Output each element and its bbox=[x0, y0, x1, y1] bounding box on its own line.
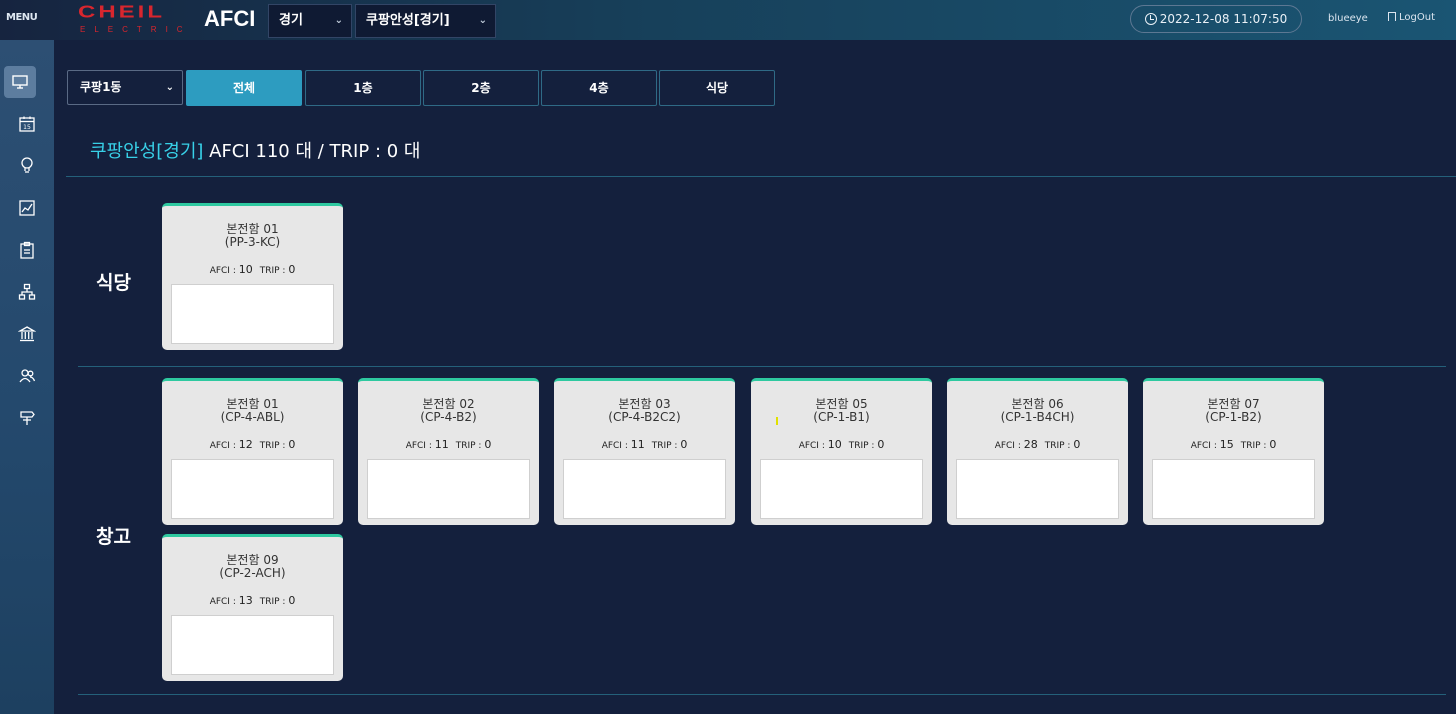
lightbulb-icon bbox=[21, 157, 33, 173]
calendar-icon: 15 bbox=[19, 116, 35, 132]
sidebar-item-monitor[interactable] bbox=[4, 66, 36, 98]
sidebar-item-signpost[interactable] bbox=[0, 402, 54, 434]
logo-sub-text: ELECTRIC bbox=[80, 25, 192, 34]
user-name: blueeye bbox=[1328, 13, 1368, 24]
logout-label: LogOut bbox=[1399, 12, 1435, 23]
panel-card[interactable]: 본전함 07 (CP-1-B2) AFCI : 15 TRIP : 0 bbox=[1143, 378, 1324, 525]
panel-card[interactable]: 본전함 09 (CP-2-ACH) AFCI : 13 TRIP : 0 bbox=[162, 534, 343, 681]
chevron-down-icon: ⌄ bbox=[165, 82, 174, 93]
clipboard-icon bbox=[20, 241, 34, 259]
panel-stats: AFCI : 15 TRIP : 0 bbox=[1190, 438, 1277, 451]
logout-icon bbox=[1388, 12, 1396, 21]
panel-status-box bbox=[563, 459, 726, 519]
panel-code: (CP-1-B2) bbox=[1205, 410, 1262, 424]
panel-code: (CP-4-B2C2) bbox=[608, 410, 681, 424]
cheil-electric-logo: CHEIL ELECTRIC bbox=[78, 4, 186, 34]
network-icon bbox=[18, 283, 36, 300]
clock-icon bbox=[1144, 13, 1157, 25]
region-select[interactable]: 경기 ⌄ bbox=[268, 4, 352, 38]
menu-toggle[interactable]: MENU bbox=[6, 12, 38, 23]
panel-status-box bbox=[171, 615, 334, 675]
section-label-cafeteria: 식당 bbox=[96, 272, 131, 294]
logout-button[interactable]: LogOut bbox=[1388, 12, 1435, 23]
sidebar-item-lightbulb[interactable] bbox=[0, 149, 54, 181]
chevron-down-icon: ⌄ bbox=[478, 15, 487, 26]
panel-code: (CP-4-ABL) bbox=[220, 410, 285, 424]
datetime-display: 2022-12-08 11:07:50 bbox=[1130, 5, 1302, 33]
top-bar: MENU CHEIL ELECTRIC AFCI 경기 ⌄ 쿠팡안성[경기] ⌄… bbox=[0, 0, 1456, 40]
panel-status-box bbox=[1152, 459, 1315, 519]
site-select-value: 쿠팡안성[경기] bbox=[366, 13, 450, 28]
site-select[interactable]: 쿠팡안성[경기] ⌄ bbox=[355, 4, 496, 38]
panel-status-box bbox=[367, 459, 530, 519]
panel-status-box bbox=[171, 284, 334, 344]
sidebar: 15 bbox=[0, 40, 54, 714]
tab-cafeteria[interactable]: 식당 bbox=[659, 70, 775, 106]
divider bbox=[66, 176, 1456, 177]
panel-stats: AFCI : 10 TRIP : 0 bbox=[209, 263, 296, 276]
panel-status-box bbox=[760, 459, 923, 519]
panel-code: (PP-3-KC) bbox=[224, 235, 281, 249]
panel-card[interactable]: 본전함 03 (CP-4-B2C2) AFCI : 11 TRIP : 0 bbox=[554, 378, 735, 525]
panel-card[interactable]: 본전함 02 (CP-4-B2) AFCI : 11 TRIP : 0 bbox=[358, 378, 539, 525]
chart-icon bbox=[19, 200, 35, 216]
panel-stats: AFCI : 12 TRIP : 0 bbox=[209, 438, 296, 451]
bank-icon bbox=[18, 326, 36, 342]
summary-site: 쿠팡안성[경기] bbox=[90, 141, 204, 162]
building-select[interactable]: 쿠팡1동 ⌄ bbox=[67, 70, 183, 105]
panel-code: (CP-4-B2) bbox=[420, 410, 477, 424]
panel-stats: AFCI : 10 TRIP : 0 bbox=[798, 438, 885, 451]
panel-card[interactable]: 본전함 05 (CP-1-B1) AFCI : 10 TRIP : 0 bbox=[751, 378, 932, 525]
panel-card[interactable]: 본전함 01 (CP-4-ABL) AFCI : 12 TRIP : 0 bbox=[162, 378, 343, 525]
panel-status-box bbox=[171, 459, 334, 519]
panel-code: (CP-1-B4CH) bbox=[1000, 410, 1075, 424]
sidebar-item-bank[interactable] bbox=[0, 318, 54, 350]
sidebar-item-network[interactable] bbox=[0, 276, 54, 308]
tab-1f[interactable]: 1층 bbox=[305, 70, 421, 106]
users-icon bbox=[19, 369, 36, 383]
panel-card[interactable]: 본전함 01 (PP-3-KC) AFCI : 10 TRIP : 0 bbox=[162, 203, 343, 350]
chevron-down-icon: ⌄ bbox=[334, 15, 343, 26]
site-summary: 쿠팡안성[경기] AFCI 110 대 / TRIP : 0 대 bbox=[90, 137, 420, 163]
panel-status-box bbox=[956, 459, 1119, 519]
monitor-icon bbox=[12, 75, 28, 89]
panel-stats: AFCI : 28 TRIP : 0 bbox=[994, 438, 1081, 451]
tab-all[interactable]: 전체 bbox=[186, 70, 302, 106]
sidebar-item-chart[interactable] bbox=[0, 192, 54, 224]
summary-counts: AFCI 110 대 / TRIP : 0 대 bbox=[209, 141, 421, 162]
panel-card[interactable]: 본전함 06 (CP-1-B4CH) AFCI : 28 TRIP : 0 bbox=[947, 378, 1128, 525]
section-label-warehouse: 창고 bbox=[96, 526, 131, 548]
tab-2f[interactable]: 2층 bbox=[423, 70, 539, 106]
building-select-value: 쿠팡1동 bbox=[80, 80, 122, 94]
signpost-icon bbox=[20, 411, 35, 425]
divider bbox=[78, 366, 1446, 367]
svg-text:15: 15 bbox=[23, 124, 31, 131]
panel-code: (CP-1-B1) bbox=[813, 410, 870, 424]
panel-stats: AFCI : 11 TRIP : 0 bbox=[405, 438, 492, 451]
panel-stats: AFCI : 13 TRIP : 0 bbox=[209, 594, 296, 607]
logo-main-text: CHEIL bbox=[78, 2, 165, 23]
datetime-value: 2022-12-08 11:07:50 bbox=[1159, 12, 1288, 26]
panel-stats: AFCI : 11 TRIP : 0 bbox=[601, 438, 688, 451]
panel-code: (CP-2-ACH) bbox=[219, 566, 286, 580]
tab-4f[interactable]: 4층 bbox=[541, 70, 657, 106]
region-select-value: 경기 bbox=[279, 13, 303, 28]
divider bbox=[78, 694, 1446, 695]
sidebar-item-users[interactable] bbox=[0, 360, 54, 392]
sidebar-item-calendar[interactable]: 15 bbox=[0, 108, 54, 140]
sidebar-item-clipboard[interactable] bbox=[0, 234, 54, 266]
app-title: AFCI bbox=[204, 6, 256, 31]
